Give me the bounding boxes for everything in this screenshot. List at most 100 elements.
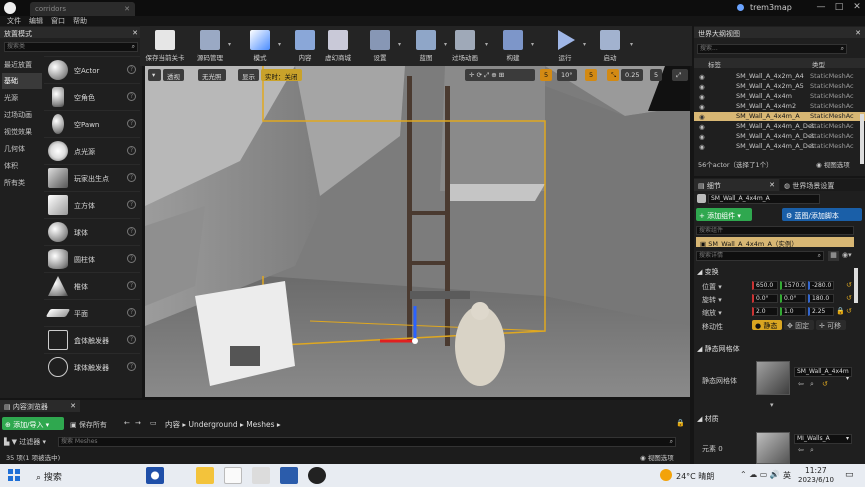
menu-edit[interactable]: 编辑 bbox=[29, 16, 43, 26]
help-icon[interactable]: ? bbox=[127, 227, 136, 236]
nav-back-icon[interactable]: ← bbox=[124, 419, 130, 427]
reset-scale-icon[interactable]: ↺ bbox=[846, 307, 852, 315]
outliner-row[interactable]: ◉ SM_Wall_A_4x2m_A4 StaticMeshAc bbox=[694, 72, 865, 81]
tray-icons[interactable]: ⌃ ☁ ▭ 🔊 bbox=[740, 470, 780, 479]
component-instance-row[interactable]: ▣ SM_Wall_A_4x4m_A（实例） bbox=[696, 237, 854, 248]
visibility-eye-icon[interactable]: ◉ bbox=[699, 143, 705, 151]
play-button[interactable]: 运行 bbox=[545, 28, 585, 66]
outliner-view-options[interactable]: ◉ 视图选项 bbox=[816, 159, 850, 169]
menu-help[interactable]: 帮助 bbox=[73, 16, 87, 26]
cinematics-dropdown-icon[interactable]: ▾ bbox=[485, 41, 493, 48]
category-all-classes[interactable]: 所有类 bbox=[2, 175, 42, 191]
component-search-input[interactable]: 搜索组件 bbox=[696, 226, 854, 235]
scale-label[interactable]: 缩放 ▾ bbox=[702, 308, 722, 318]
help-icon[interactable]: ? bbox=[127, 335, 136, 344]
add-component-button[interactable]: + 添加组件 ▾ bbox=[696, 208, 752, 221]
windows-start-icon[interactable] bbox=[8, 469, 20, 481]
outliner-row[interactable]: ◉ SM_Wall_A_4x4m StaticMeshAc bbox=[694, 92, 865, 101]
mobility-movable-button[interactable]: ✛ 可移 bbox=[816, 320, 846, 330]
visibility-eye-icon[interactable]: ◉ bbox=[699, 103, 705, 111]
expand-advanced-icon[interactable]: ▾ bbox=[770, 401, 774, 409]
filters-button[interactable]: ▙ ▼ 过滤器 ▾ bbox=[4, 437, 46, 447]
transform-tools[interactable]: ✛ ⟳ ⤢ ⊕ ⊞ bbox=[465, 69, 535, 81]
help-icon[interactable]: ? bbox=[127, 254, 136, 263]
transform-section-header[interactable]: ◢ 变换 bbox=[697, 267, 719, 277]
world-settings-tab[interactable]: ◍ 世界场景设置 bbox=[780, 179, 865, 191]
save-all-button[interactable]: ▣ 保存所有 bbox=[68, 418, 120, 430]
browse-search-icon[interactable]: ⌕ bbox=[810, 380, 814, 389]
visibility-eye-icon[interactable]: ◉ bbox=[699, 113, 705, 121]
place-item-player-start[interactable]: 玩家出生点? bbox=[44, 164, 140, 190]
settings-dropdown-icon[interactable]: ▾ bbox=[398, 41, 406, 48]
static-mesh-section-header[interactable]: ◢ 静态网格体 bbox=[697, 344, 740, 354]
snap-toggle-2[interactable]: 5 bbox=[585, 69, 598, 81]
place-item-sphere[interactable]: 球体? bbox=[44, 218, 140, 244]
details-scrollbar[interactable] bbox=[854, 268, 858, 303]
close-window-button[interactable]: ✕ bbox=[848, 2, 865, 14]
place-item-empty-character[interactable]: 空角色? bbox=[44, 83, 140, 109]
notifications-icon[interactable]: ▭ bbox=[845, 470, 854, 480]
help-icon[interactable]: ? bbox=[127, 65, 136, 74]
scale-y-field[interactable]: 1.0 bbox=[780, 307, 806, 316]
help-icon[interactable]: ? bbox=[127, 308, 136, 317]
category-visual-effects[interactable]: 视觉效果 bbox=[2, 124, 42, 140]
marketplace-button[interactable]: 虚幻商城 bbox=[318, 28, 358, 66]
details-tab[interactable]: ▤ 细节 ✕ bbox=[694, 179, 779, 191]
place-item-empty-pawn[interactable]: 空Pawn? bbox=[44, 110, 140, 136]
rotation-y-field[interactable]: 0.0° bbox=[780, 294, 806, 303]
help-icon[interactable]: ? bbox=[127, 281, 136, 290]
help-icon[interactable]: ? bbox=[127, 173, 136, 182]
blueprint-add-script-button[interactable]: ⚙ 蓝图/添加脚本 bbox=[782, 208, 862, 221]
place-item-cone[interactable]: 椎体? bbox=[44, 272, 140, 298]
close-panel-icon[interactable]: ✕ bbox=[132, 29, 138, 37]
show-button[interactable]: 显示 bbox=[238, 69, 259, 81]
modes-button[interactable]: 模式 bbox=[240, 28, 280, 66]
content-browser-tab[interactable]: ▤ 内容浏览器 ✕ bbox=[0, 400, 80, 412]
outliner-row[interactable]: ◉ SM_Wall_A_4x2m_A5 StaticMeshAc bbox=[694, 82, 865, 91]
document-tab[interactable]: corridors ✕ bbox=[30, 2, 135, 16]
category-volumes[interactable]: 体积 bbox=[2, 158, 42, 174]
save-current-level-button[interactable]: 保存当前关卡 bbox=[145, 28, 185, 66]
nav-forward-icon[interactable]: → bbox=[135, 419, 141, 427]
add-import-button[interactable]: ⊕ 添加/导入 ▾ bbox=[2, 417, 64, 430]
ime-indicator[interactable]: 英 bbox=[783, 470, 791, 481]
place-item-sphere-trigger[interactable]: 球体触发器? bbox=[44, 353, 140, 379]
content-search-input[interactable]: 搜索 Meshes ⌕ bbox=[58, 437, 676, 447]
material-dropdown[interactable]: MI_Walls_A ▾ bbox=[794, 434, 852, 444]
actor-name-field[interactable]: SM_Wall_A_4x4m_A bbox=[708, 194, 820, 204]
breadcrumb-content[interactable]: 内容 bbox=[165, 420, 180, 429]
visibility-eye-icon[interactable]: ◉ bbox=[699, 123, 705, 131]
maximize-viewport-button[interactable]: ⤢ bbox=[672, 69, 688, 81]
file-explorer-icon[interactable] bbox=[196, 467, 214, 484]
outliner-row[interactable]: ◉ SM_Wall_A_4x4m_A_Det StaticMeshAc bbox=[694, 142, 865, 151]
mesh-thumbnail[interactable] bbox=[756, 361, 790, 395]
help-icon[interactable]: ? bbox=[127, 146, 136, 155]
perspective-button[interactable]: 透视 bbox=[163, 69, 184, 81]
close-tab-icon[interactable]: ✕ bbox=[70, 402, 76, 410]
outliner-tab[interactable]: 世界大纲视图 ✕ bbox=[694, 27, 865, 38]
mesh-dropdown[interactable]: SM_Wall_A_4x4m ▾ bbox=[794, 367, 852, 382]
realtime-off-button[interactable]: 实时：关闭 bbox=[261, 69, 302, 81]
grid-snap-toggle[interactable]: 5 bbox=[540, 69, 553, 81]
rotation-x-field[interactable]: 0.0° bbox=[752, 294, 778, 303]
col-type-header[interactable]: 类型 bbox=[812, 59, 825, 69]
outliner-search-input[interactable]: 搜索... ⌕ bbox=[697, 44, 847, 54]
outliner-row[interactable]: ◉ SM_Wall_A_4x4m_A_Det StaticMeshAc bbox=[694, 122, 865, 131]
taskbar-search[interactable]: ⌕ 搜索 bbox=[36, 470, 62, 483]
camera-speed-button[interactable]: 5 bbox=[650, 69, 663, 81]
category-basic[interactable]: 基础 bbox=[2, 73, 42, 89]
material-thumbnail[interactable] bbox=[756, 432, 790, 464]
rotation-snap-button[interactable]: 10° bbox=[557, 69, 577, 81]
source-control-button[interactable]: 源码管理 bbox=[190, 28, 230, 66]
use-selected-arrow-icon[interactable]: ⇦ bbox=[798, 446, 804, 454]
category-recent[interactable]: 最近放置 bbox=[2, 57, 42, 73]
visibility-eye-icon[interactable]: ◉ bbox=[699, 83, 705, 91]
clock-time[interactable]: 11:27 bbox=[805, 466, 827, 475]
game-app-icon[interactable] bbox=[146, 467, 164, 484]
view-mode-button[interactable]: 无光照 bbox=[198, 69, 226, 81]
place-item-cube[interactable]: 立方体? bbox=[44, 191, 140, 217]
rotation-z-field[interactable]: 180.0 bbox=[808, 294, 834, 303]
blueprints-button[interactable]: 蓝图 bbox=[406, 28, 446, 66]
close-tab-icon[interactable]: ✕ bbox=[769, 181, 775, 189]
close-tab-icon[interactable]: ✕ bbox=[124, 5, 130, 13]
